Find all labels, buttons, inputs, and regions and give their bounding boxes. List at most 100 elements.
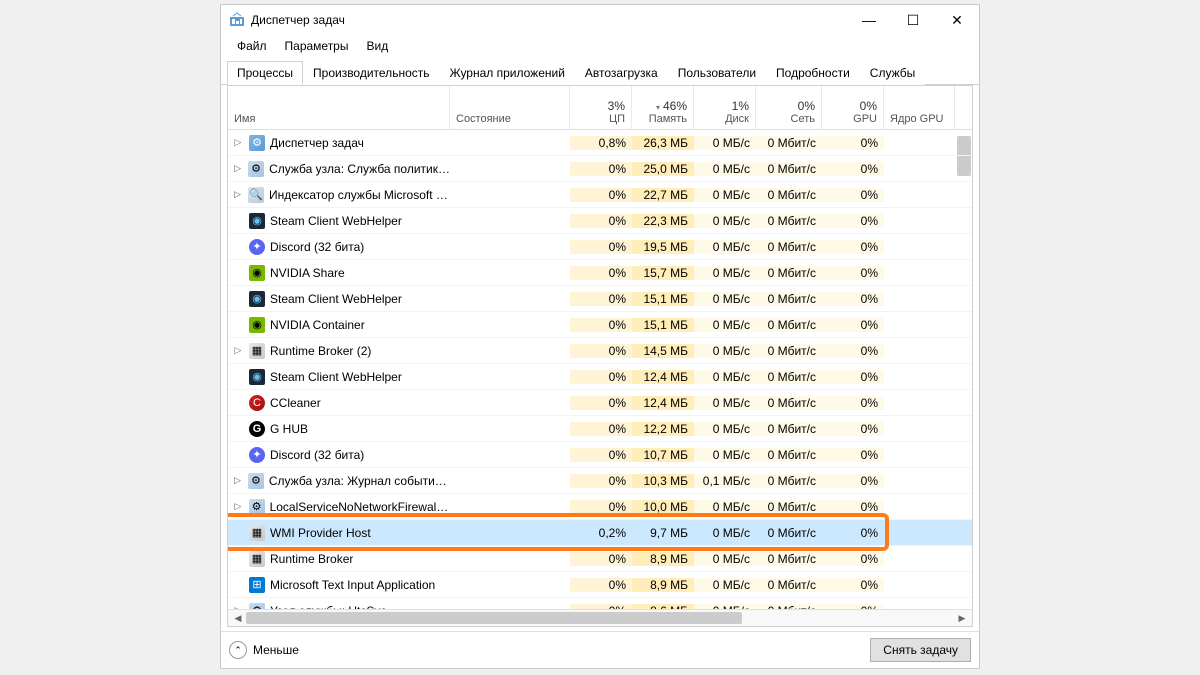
table-row[interactable]: ◉Steam Client WebHelper0%12,4 МБ0 МБ/с0 … xyxy=(228,364,972,390)
minimize-button[interactable]: — xyxy=(847,5,891,35)
process-gpu: 0% xyxy=(822,266,884,280)
tab-2[interactable]: Журнал приложений xyxy=(440,61,575,85)
menu-параметры[interactable]: Параметры xyxy=(277,37,357,55)
process-cpu: 0% xyxy=(570,474,632,488)
col-state[interactable]: Состояние xyxy=(450,86,570,129)
col-network[interactable]: 0%Сеть xyxy=(756,86,822,129)
scroll-right-icon[interactable]: ▶ xyxy=(954,613,970,624)
discord-icon: ✦ xyxy=(249,447,265,463)
table-row[interactable]: ▷▦Runtime Broker (2)0%14,5 МБ0 МБ/с0 Мби… xyxy=(228,338,972,364)
process-gpu: 0% xyxy=(822,318,884,332)
table-row[interactable]: ◉NVIDIA Share0%15,7 МБ0 МБ/с0 Мбит/с0% xyxy=(228,260,972,286)
col-gpu-engine[interactable]: Ядро GPU xyxy=(884,86,955,129)
maximize-button[interactable]: ☐ xyxy=(891,5,935,35)
process-cpu: 0% xyxy=(570,240,632,254)
process-name: G HUB xyxy=(270,422,308,436)
horizontal-scrollbar-thumb[interactable] xyxy=(246,612,742,625)
tab-0[interactable]: Процессы xyxy=(227,61,303,85)
process-memory: 22,7 МБ xyxy=(632,188,694,202)
process-cpu: 0% xyxy=(570,292,632,306)
end-task-button[interactable]: Снять задачу xyxy=(870,638,971,662)
expand-icon[interactable]: ▷ xyxy=(232,345,244,356)
table-row[interactable]: ▷🔍Индексатор службы Microsoft Win...0%22… xyxy=(228,182,972,208)
win-icon: ▦ xyxy=(249,551,265,567)
process-network: 0 Мбит/с xyxy=(756,526,822,540)
table-row[interactable]: CCCleaner0%12,4 МБ0 МБ/с0 Мбит/с0% xyxy=(228,390,972,416)
steam-icon: ◉ xyxy=(249,369,265,385)
process-cpu: 0% xyxy=(570,344,632,358)
tab-1[interactable]: Производительность xyxy=(303,61,439,85)
expand-icon[interactable]: ▷ xyxy=(232,189,243,200)
footer: ⌃ Меньше Снять задачу xyxy=(221,631,979,668)
process-disk: 0 МБ/с xyxy=(694,240,756,254)
menu-вид[interactable]: Вид xyxy=(358,37,396,55)
table-row[interactable]: ✦Discord (32 бита)0%10,7 МБ0 МБ/с0 Мбит/… xyxy=(228,442,972,468)
col-cpu[interactable]: 3%ЦП xyxy=(570,86,632,129)
process-network: 0 Мбит/с xyxy=(756,552,822,566)
process-name: Steam Client WebHelper xyxy=(270,292,402,306)
process-name: Discord (32 бита) xyxy=(270,448,364,462)
process-disk: 0 МБ/с xyxy=(694,552,756,566)
process-gpu: 0% xyxy=(822,292,884,306)
process-memory: 10,7 МБ xyxy=(632,448,694,462)
process-disk: 0 МБ/с xyxy=(694,266,756,280)
table-row[interactable]: ▷⚙Диспетчер задач0,8%26,3 МБ0 МБ/с0 Мбит… xyxy=(228,130,972,156)
table-row[interactable]: ▦Runtime Broker0%8,9 МБ0 МБ/с0 Мбит/с0% xyxy=(228,546,972,572)
scroll-left-icon[interactable]: ◀ xyxy=(230,613,246,624)
expand-icon[interactable]: ▷ xyxy=(232,501,244,512)
table-row[interactable]: ◉Steam Client WebHelper0%15,1 МБ0 МБ/с0 … xyxy=(228,286,972,312)
process-disk: 0 МБ/с xyxy=(694,162,756,176)
expand-icon[interactable]: ▷ xyxy=(232,475,243,486)
table-row[interactable]: GG HUB0%12,2 МБ0 МБ/с0 Мбит/с0% xyxy=(228,416,972,442)
nvidia-icon: ◉ xyxy=(249,317,265,333)
table-row[interactable]: ◉NVIDIA Container0%15,1 МБ0 МБ/с0 Мбит/с… xyxy=(228,312,972,338)
horizontal-scrollbar[interactable]: ◀ ▶ xyxy=(228,609,972,626)
process-network: 0 Мбит/с xyxy=(756,214,822,228)
table-row[interactable]: ✦Discord (32 бита)0%19,5 МБ0 МБ/с0 Мбит/… xyxy=(228,234,972,260)
window-title: Диспетчер задач xyxy=(251,13,847,27)
close-button[interactable]: ✕ xyxy=(935,5,979,35)
win-icon: ▦ xyxy=(249,343,265,359)
process-disk: 0 МБ/с xyxy=(694,604,756,610)
content-area: Имя Состояние 3%ЦП ▾46%Память 1%Диск 0%С… xyxy=(221,84,979,627)
col-name[interactable]: Имя xyxy=(228,86,450,129)
table-row[interactable]: ◉Steam Client WebHelper0%22,3 МБ0 МБ/с0 … xyxy=(228,208,972,234)
menu-файл[interactable]: Файл xyxy=(229,37,275,55)
cogs-icon: ⚙ xyxy=(249,499,265,515)
process-network: 0 Мбит/с xyxy=(756,578,822,592)
process-gpu: 0% xyxy=(822,448,884,462)
tab-6[interactable]: Службы xyxy=(860,61,925,85)
process-gpu: 0% xyxy=(822,396,884,410)
fewer-details-button[interactable]: ⌃ Меньше xyxy=(229,641,299,659)
process-cpu: 0% xyxy=(570,162,632,176)
process-gpu: 0% xyxy=(822,422,884,436)
expand-icon[interactable]: ▷ xyxy=(232,163,243,174)
expand-icon[interactable]: ▷ xyxy=(232,137,244,148)
tab-3[interactable]: Автозагрузка xyxy=(575,61,668,85)
table-row[interactable]: ▷⚙Узел службы: UtcSvc0%8,6 МБ0 МБ/с0 Мби… xyxy=(228,598,972,609)
win-icon: ▦ xyxy=(249,525,265,541)
process-cpu: 0% xyxy=(570,552,632,566)
process-name: Microsoft Text Input Application xyxy=(270,578,435,592)
table-row[interactable]: ▷⚙Служба узла: Журнал событий Wi...0%10,… xyxy=(228,468,972,494)
table-row[interactable]: ⊞Microsoft Text Input Application0%8,9 М… xyxy=(228,572,972,598)
col-gpu[interactable]: 0%GPU xyxy=(822,86,884,129)
process-memory: 8,9 МБ xyxy=(632,552,694,566)
table-row[interactable]: ▷⚙Служба узла: Служба политики д...0%25,… xyxy=(228,156,972,182)
tab-5[interactable]: Подробности xyxy=(766,61,860,85)
process-cpu: 0% xyxy=(570,318,632,332)
col-disk[interactable]: 1%Диск xyxy=(694,86,756,129)
expand-icon[interactable]: ▷ xyxy=(232,605,244,609)
process-gpu: 0% xyxy=(822,552,884,566)
process-name: Discord (32 бита) xyxy=(270,240,364,254)
table-row[interactable]: ▷⚙LocalServiceNoNetworkFirewall (2)0%10,… xyxy=(228,494,972,520)
process-disk: 0 МБ/с xyxy=(694,448,756,462)
tab-4[interactable]: Пользователи xyxy=(668,61,766,85)
process-memory: 12,4 МБ xyxy=(632,370,694,384)
process-rows[interactable]: ▷⚙Диспетчер задач0,8%26,3 МБ0 МБ/с0 Мбит… xyxy=(228,130,972,609)
process-network: 0 Мбит/с xyxy=(756,266,822,280)
table-row[interactable]: ▦WMI Provider Host0,2%9,7 МБ0 МБ/с0 Мбит… xyxy=(228,520,972,546)
titlebar[interactable]: Диспетчер задач — ☐ ✕ xyxy=(221,5,979,35)
process-cpu: 0% xyxy=(570,214,632,228)
col-memory[interactable]: ▾46%Память xyxy=(632,86,694,129)
